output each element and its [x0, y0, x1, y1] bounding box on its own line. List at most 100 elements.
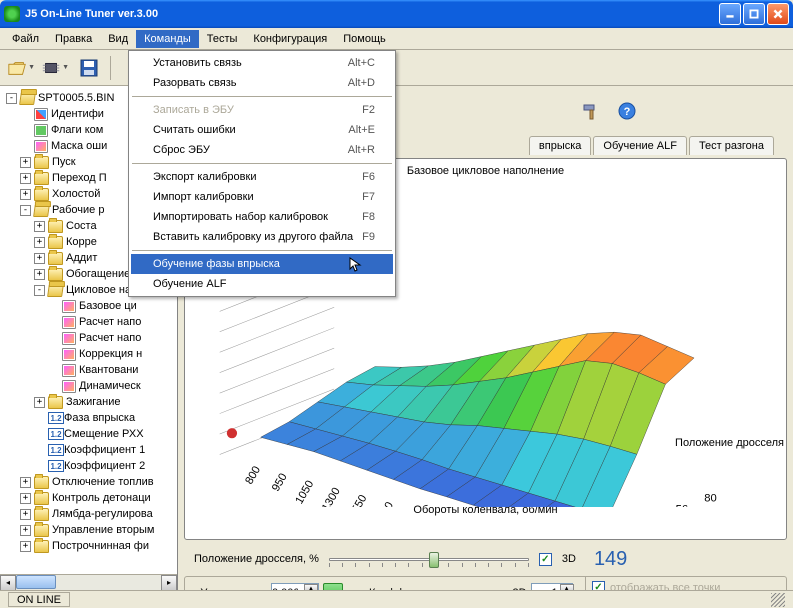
folder-closed-icon	[34, 508, 49, 521]
collapse-icon[interactable]: -	[20, 205, 31, 216]
menu-конфигурация[interactable]: Конфигурация	[245, 30, 335, 48]
expand-icon[interactable]: +	[20, 477, 31, 488]
cb-all-points[interactable]: ✓	[592, 581, 605, 590]
expand-icon[interactable]: +	[20, 541, 31, 552]
expand-icon[interactable]: +	[20, 173, 31, 184]
tree-row[interactable]: 1.2Коэффициент 2	[2, 458, 175, 474]
chart-y-axis-right-label: Положение дросселя	[675, 437, 784, 449]
expand-icon[interactable]: +	[34, 397, 45, 408]
	[48, 317, 59, 328]
scroll-left-button[interactable]: ◂	[0, 575, 16, 591]
throttle-slider[interactable]	[329, 550, 529, 568]
tree-row[interactable]: Расчет напо	[2, 314, 175, 330]
menu-item[interactable]: Вставить калибровку из другого файлаF9	[131, 227, 393, 247]
expand-icon[interactable]: +	[20, 525, 31, 536]
menu-команды[interactable]: Команды	[136, 30, 199, 48]
tab[interactable]: Тест разгона	[689, 136, 774, 155]
expand-icon[interactable]: +	[20, 157, 31, 168]
tree-row[interactable]: Динамическ	[2, 378, 175, 394]
set-to-apply[interactable]: →	[323, 583, 343, 590]
tree-label: Контроль детонаци	[52, 492, 151, 504]
	[20, 141, 31, 152]
folder-open-icon	[33, 204, 50, 217]
menu-item[interactable]: Обучение фазы впрыска	[131, 254, 393, 274]
menu-item[interactable]: Установить связьAlt+C	[131, 53, 393, 73]
menu-item[interactable]: Записать в ЭБУF2	[131, 100, 393, 120]
folder-closed-icon	[48, 236, 63, 249]
tree-label: SPT0005.5.BIN	[38, 92, 114, 104]
	[34, 429, 45, 440]
expand-icon[interactable]: +	[34, 221, 45, 232]
tree-row[interactable]: + Управление вторым	[2, 522, 175, 538]
	[48, 301, 59, 312]
expand-icon[interactable]: +	[20, 509, 31, 520]
tree-label: Переход П	[52, 172, 107, 184]
scroll-thumb[interactable]	[16, 575, 56, 589]
expand-icon[interactable]: +	[34, 253, 45, 264]
tree-row[interactable]: + Контроль детонаци	[2, 490, 175, 506]
collapse-icon[interactable]: -	[6, 93, 17, 104]
set-to-up[interactable]: ▲	[304, 584, 318, 590]
scroll-right-button[interactable]: ▸	[161, 575, 177, 591]
menu-файл[interactable]: Файл	[4, 30, 47, 48]
tree-row[interactable]: +Построчнинная фи	[2, 538, 175, 554]
menu-правка[interactable]: Правка	[47, 30, 100, 48]
expand-icon[interactable]: +	[20, 189, 31, 200]
menu-item[interactable]: Импортировать набор калибровокF8	[131, 207, 393, 227]
menu-item[interactable]: Обучение ALF	[131, 274, 393, 294]
menu-item[interactable]: Сброс ЭБУAlt+R	[131, 140, 393, 160]
menu-item[interactable]: Разорвать связьAlt+D	[131, 73, 393, 93]
set-to-input[interactable]	[272, 587, 300, 590]
smooth3d-label: Коэффициент сглаживания 3D	[369, 587, 527, 590]
menu-вид[interactable]: Вид	[100, 30, 136, 48]
status-bar: ON LINE	[0, 590, 793, 608]
	[48, 333, 59, 344]
help-icon[interactable]: ?	[612, 96, 642, 126]
tree-row[interactable]: Квантовани	[2, 362, 175, 378]
open-button[interactable]: ▼	[6, 53, 36, 83]
tree-label: Зажигание	[66, 396, 121, 408]
tree-row[interactable]: Базовое ци	[2, 298, 175, 314]
chip-button[interactable]: ▼	[40, 53, 70, 83]
smooth3d-up[interactable]: ▲	[560, 584, 574, 590]
tree-label: Управление вторым	[52, 524, 154, 536]
	[20, 109, 31, 120]
tree-row[interactable]: + Зажигание	[2, 394, 175, 410]
tree-row[interactable]: Расчет напо	[2, 330, 175, 346]
menu-item[interactable]: Импорт калибровкиF7	[131, 187, 393, 207]
folder-closed-icon	[34, 540, 49, 553]
tree-row[interactable]: Коррекция н	[2, 346, 175, 362]
resize-grip[interactable]	[771, 593, 785, 607]
checkbox-3d[interactable]: ✓	[539, 553, 552, 566]
close-button[interactable]	[767, 3, 789, 25]
tree-row[interactable]: 1.2Фаза впрыска	[2, 410, 175, 426]
smooth3d-input[interactable]	[532, 587, 560, 590]
expand-icon[interactable]: +	[20, 493, 31, 504]
tree-row[interactable]: 1.2Коэффициент 1	[2, 442, 175, 458]
	[48, 365, 59, 376]
collapse-icon[interactable]: -	[34, 285, 45, 296]
set-to-spinner[interactable]: ▲▼	[271, 583, 319, 590]
save-button[interactable]	[74, 53, 104, 83]
folder-closed-icon	[34, 492, 49, 505]
expand-icon[interactable]: +	[34, 269, 45, 280]
tree-row[interactable]: +Лямбда-регулирова	[2, 506, 175, 522]
menu-item[interactable]: Считать ошибкиAlt+E	[131, 120, 393, 140]
hammer-icon[interactable]	[576, 96, 606, 126]
tree-label: Корре	[66, 236, 97, 248]
tree-row[interactable]: +Отключение топлив	[2, 474, 175, 490]
tree-label: Коррекция н	[79, 348, 142, 360]
smooth3d-spinner[interactable]: ▲▼	[531, 583, 573, 590]
leaf-purple-icon	[62, 380, 76, 393]
tree-row[interactable]: 1.2Смещение РХХ	[2, 426, 175, 442]
minimize-button[interactable]	[719, 3, 741, 25]
tree-h-scrollbar[interactable]: ◂ ▸	[0, 574, 177, 590]
leaf-green-icon	[34, 124, 48, 137]
tab[interactable]: впрыска	[529, 136, 592, 155]
tab[interactable]: Обучение ALF	[593, 136, 687, 155]
menu-item[interactable]: Экспорт калибровкиF6	[131, 167, 393, 187]
menu-помощь[interactable]: Помощь	[335, 30, 394, 48]
expand-icon[interactable]: +	[34, 237, 45, 248]
maximize-button[interactable]	[743, 3, 765, 25]
menu-тесты[interactable]: Тесты	[199, 30, 246, 48]
